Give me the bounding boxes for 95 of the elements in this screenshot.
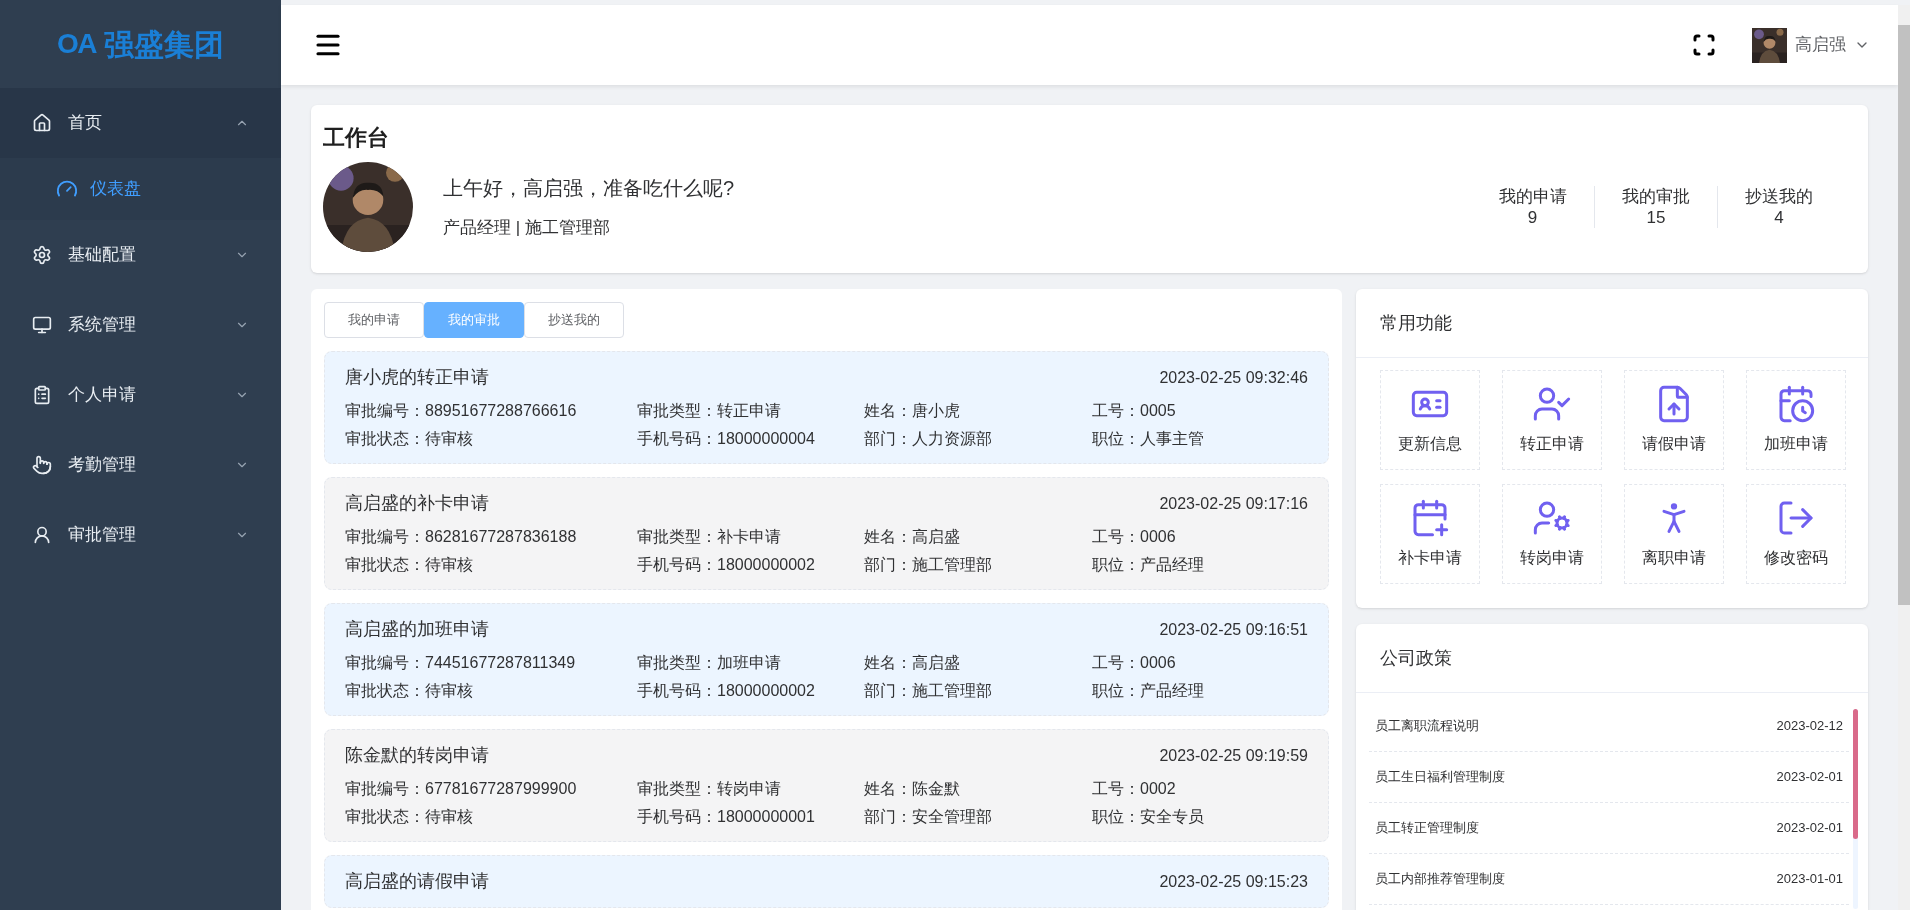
- sidebar-item[interactable]: 个人申请: [0, 360, 281, 430]
- approval-time: 2023-02-25 09:16:51: [1159, 619, 1308, 640]
- approval-field: 部门：施工管理部: [864, 679, 1092, 703]
- fullscreen-button[interactable]: [1692, 33, 1716, 57]
- approval-title: 唐小虎的转正申请: [345, 366, 489, 389]
- approval-field: 职位：产品经理: [1092, 679, 1308, 703]
- approval-title: 高启盛的补卡申请: [345, 492, 489, 515]
- approval-card[interactable]: 陈金默的转岗申请 2023-02-25 09:19:59 审批编号：67781677287999900 审批类型：转岗申请 姓名：陈金默 工号：0002 审批状态：待审核 手机号码：18000000001 部门：安全管理部 职位：安全专员: [324, 729, 1329, 842]
- calendar-clock-icon: [1776, 384, 1816, 424]
- user-menu[interactable]: 高启强: [1795, 32, 1870, 58]
- stat-item[interactable]: 我的审批 15: [1594, 185, 1717, 229]
- approval-card[interactable]: 高启盛的加班申请 2023-02-25 09:16:51 审批编号：74451677287811349 审批类型：加班申请 姓名：高启盛 工号：0006 审批状态：待审核 手机号码：18000000002 部门：施工管理部 职位：产品经理: [324, 603, 1329, 716]
- home-icon: [32, 113, 52, 133]
- function-tile[interactable]: 修改密码: [1746, 484, 1846, 584]
- approval-field: 审批状态：待审核: [345, 805, 637, 829]
- approval-field: 手机号码：18000000002: [637, 553, 864, 577]
- policy-row[interactable]: 员工生日福利管理制度 2023-02-01: [1369, 752, 1849, 803]
- approval-field: 审批状态：待审核: [345, 553, 637, 577]
- sidebar-item[interactable]: 考勤管理: [0, 430, 281, 500]
- approval-time: 2023-02-25 09:19:59: [1159, 745, 1308, 766]
- stat-item[interactable]: 抄送我的 4: [1717, 185, 1840, 229]
- approval-title: 高启盛的请假申请: [345, 870, 489, 893]
- function-tile[interactable]: 离职申请: [1624, 484, 1724, 584]
- approval-title: 高启盛的加班申请: [345, 618, 489, 641]
- approval-field: 手机号码：18000000001: [637, 805, 864, 829]
- approval-field: 工号：0006: [1092, 525, 1308, 549]
- approval-field: 职位：产品经理: [1092, 553, 1308, 577]
- function-tile[interactable]: 加班申请: [1746, 370, 1846, 470]
- scrollbar[interactable]: [1853, 709, 1858, 909]
- tab[interactable]: 抄送我的: [524, 302, 624, 338]
- function-tile[interactable]: 转岗申请: [1502, 484, 1602, 584]
- approval-field: 审批类型：转正申请: [637, 399, 864, 423]
- approval-field: 审批状态：待审核: [345, 679, 637, 703]
- approval-field: 职位：人事主管: [1092, 427, 1308, 451]
- role-text: 产品经理 | 施工管理部: [443, 217, 611, 240]
- approval-field: 姓名：高启盛: [864, 525, 1092, 549]
- approval-title: 陈金默的转岗申请: [345, 744, 489, 767]
- sidebar-label: 首页: [68, 112, 103, 135]
- approval-field: 部门：安全管理部: [864, 805, 1092, 829]
- sidebar-label: 仪表盘: [90, 178, 141, 201]
- workbench-title: 工作台: [323, 124, 390, 152]
- approval-field: 职位：安全专员: [1092, 805, 1308, 829]
- approval-field: 姓名：陈金默: [864, 777, 1092, 801]
- approval-field: 姓名：唐小虎: [864, 399, 1092, 423]
- approval-field: 手机号码：18000000004: [637, 427, 864, 451]
- policy-row[interactable]: 员工离职流程说明 2023-02-12: [1369, 701, 1849, 752]
- approval-field: 部门：人力资源部: [864, 427, 1092, 451]
- approval-time: 2023-02-25 09:15:23: [1159, 871, 1308, 892]
- tab[interactable]: 我的申请: [324, 302, 424, 338]
- sidebar-label: 考勤管理: [68, 454, 137, 477]
- approval-card[interactable]: 高启盛的补卡申请 2023-02-25 09:17:16 审批编号：86281677287836188 审批类型：补卡申请 姓名：高启盛 工号：0006 审批状态：待审核 手机号码：18000000002 部门：施工管理部 职位：产品经理: [324, 477, 1329, 590]
- settings-icon: [32, 245, 52, 265]
- greeting-text: 上午好，高启强，准备吃什么呢?: [443, 176, 736, 202]
- approval-field: 审批类型：转岗申请: [637, 777, 864, 801]
- stat-item[interactable]: 我的申请 9: [1471, 185, 1594, 229]
- function-tile[interactable]: 更新信息: [1380, 370, 1480, 470]
- user-icon: [32, 525, 52, 545]
- approval-field: 审批编号：88951677288766616: [345, 399, 637, 423]
- scrollbar[interactable]: [1898, 5, 1910, 910]
- approval-field: 审批编号：67781677287999900: [345, 777, 637, 801]
- card-title: 常用功能: [1380, 311, 1452, 335]
- approval-field: 部门：施工管理部: [864, 553, 1092, 577]
- logo: OA 强盛集团: [55, 26, 226, 63]
- card-title: 公司政策: [1380, 646, 1452, 670]
- sidebar-item[interactable]: 首页: [0, 88, 281, 158]
- policy-row[interactable]: 员工内部推荐管理制度 2023-01-01: [1369, 854, 1849, 905]
- approval-time: 2023-02-25 09:32:46: [1159, 367, 1308, 388]
- approval-field: 审批类型：加班申请: [637, 651, 864, 675]
- approval-field: 审批编号：86281677287836188: [345, 525, 637, 549]
- approval-card[interactable]: 高启盛的请假申请 2023-02-25 09:15:23: [324, 855, 1329, 908]
- sidebar-item[interactable]: 系统管理: [0, 290, 281, 360]
- sidebar-label: 审批管理: [68, 524, 137, 547]
- monitor-icon: [32, 315, 52, 335]
- approval-time: 2023-02-25 09:17:16: [1159, 493, 1308, 514]
- function-tile[interactable]: 请假申请: [1624, 370, 1724, 470]
- sidebar-label: 个人申请: [68, 384, 137, 407]
- approval-field: 审批编号：74451677287811349: [345, 651, 637, 675]
- sidebar-item[interactable]: 基础配置: [0, 220, 281, 290]
- function-tile[interactable]: 补卡申请: [1380, 484, 1480, 584]
- approval-field: 工号：0006: [1092, 651, 1308, 675]
- policy-row[interactable]: 员工转正管理制度 2023-02-01: [1369, 803, 1849, 854]
- sidebar-item[interactable]: 审批管理: [0, 500, 281, 570]
- approval-field: 工号：0005: [1092, 399, 1308, 423]
- approval-field: 审批类型：补卡申请: [637, 525, 864, 549]
- approval-field: 手机号码：18000000002: [637, 679, 864, 703]
- approval-field: 姓名：高启盛: [864, 651, 1092, 675]
- approval-card[interactable]: 唐小虎的转正申请 2023-02-25 09:32:46 审批编号：88951677288766616 审批类型：转正申请 姓名：唐小虎 工号：0005 审批状态：待审核 手机号码：18000000004 部门：人力资源部 职位：人事主管: [324, 351, 1329, 464]
- clipboard-icon: [32, 385, 52, 405]
- hand-pointer-icon: [32, 455, 52, 475]
- approval-field: 工号：0002: [1092, 777, 1308, 801]
- function-tile[interactable]: 转正申请: [1502, 370, 1602, 470]
- approval-field: 审批状态：待审核: [345, 427, 637, 451]
- sidebar-label: 基础配置: [68, 244, 137, 267]
- fullscreen-icon: [1692, 33, 1716, 57]
- sidebar-label: 系统管理: [68, 314, 137, 337]
